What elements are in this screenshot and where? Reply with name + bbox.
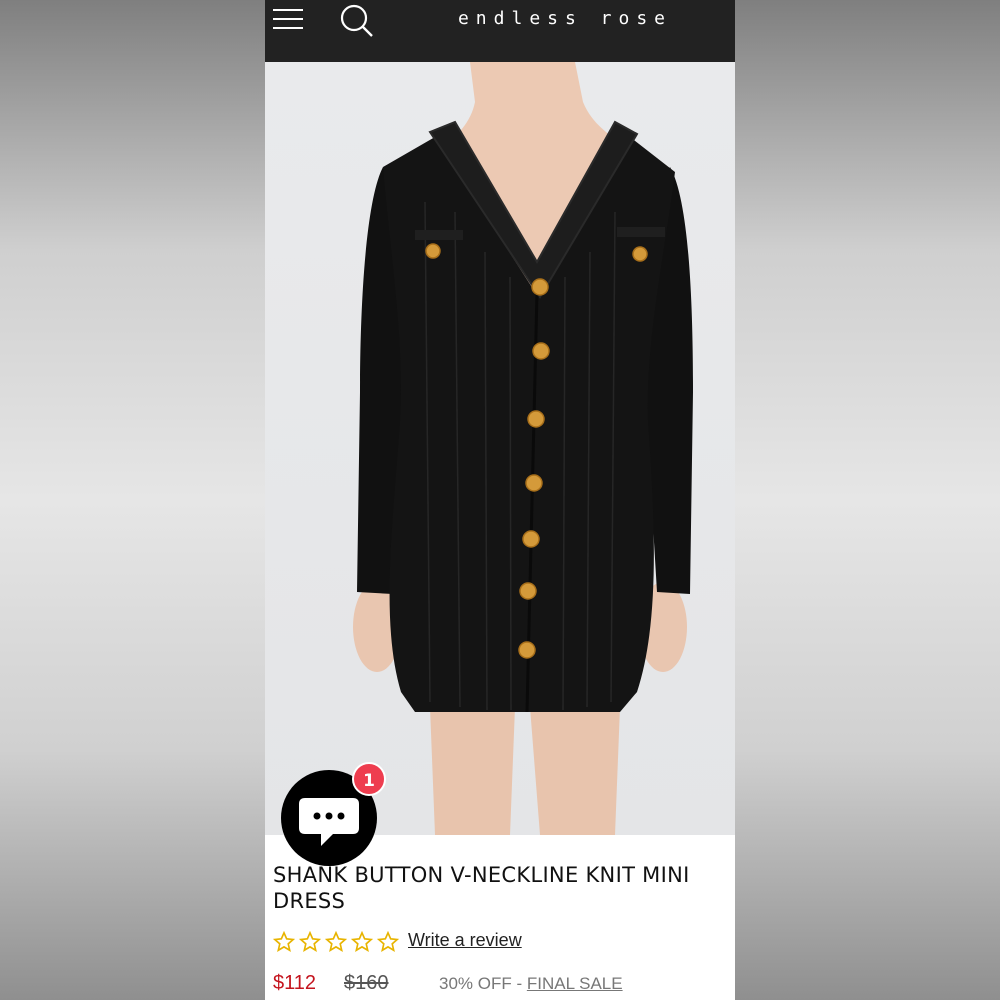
final-sale-link[interactable]: FINAL SALE — [527, 974, 623, 993]
notification-badge: 1 — [352, 762, 386, 796]
star-outline-icon[interactable] — [325, 931, 347, 953]
star-outline-icon[interactable] — [377, 931, 399, 953]
product-page: endless rose 1 SHANK BUTTON V-NECKLINE K… — [265, 0, 735, 1000]
blurred-background-right — [735, 0, 1000, 1000]
brand-logo[interactable]: endless rose — [415, 8, 715, 29]
discount-label: 30% OFF - FINAL SALE — [439, 974, 623, 994]
hamburger-menu-icon[interactable] — [273, 4, 305, 34]
compare-at-price: $160 — [344, 972, 389, 994]
sale-price: $112 — [273, 972, 317, 994]
star-outline-icon[interactable] — [299, 931, 321, 953]
search-icon[interactable] — [339, 2, 375, 38]
rating-stars[interactable] — [273, 929, 403, 955]
product-title: SHANK BUTTON V-NECKLINE KNIT MINI DRESS — [273, 863, 690, 913]
discount-text: 30% OFF - — [439, 974, 527, 993]
product-photo — [353, 62, 693, 835]
star-outline-icon[interactable] — [351, 931, 373, 953]
price-row: $112 $160 30% OFF - FINAL SALE — [273, 972, 733, 1000]
blurred-background-left — [0, 0, 265, 1000]
write-review-link[interactable]: Write a review — [408, 930, 522, 951]
product-image[interactable] — [265, 62, 735, 835]
site-header: endless rose — [265, 0, 735, 62]
star-outline-icon[interactable] — [273, 931, 295, 953]
